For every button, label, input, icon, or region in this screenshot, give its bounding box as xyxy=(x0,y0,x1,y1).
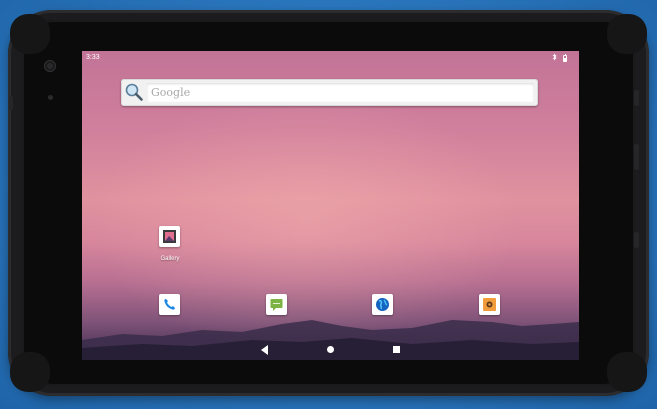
status-time: 3:33 xyxy=(86,54,100,61)
back-icon[interactable] xyxy=(261,345,269,355)
side-button-right[interactable] xyxy=(634,232,639,248)
gallery-app-button[interactable] xyxy=(159,226,180,247)
browser-icon xyxy=(376,298,389,311)
screen: 3:33 Google Gallery xyxy=(82,51,579,360)
search-icon[interactable] xyxy=(124,82,144,102)
messages-app-button[interactable] xyxy=(266,294,287,315)
status-bar: 3:33 xyxy=(82,51,579,65)
bumper-bottom-left xyxy=(10,352,50,392)
battery-icon xyxy=(563,53,567,62)
browser-app-button[interactable] xyxy=(372,294,393,315)
gallery-icon xyxy=(163,230,176,243)
phone-app-button[interactable] xyxy=(159,294,180,315)
bumper-top-right xyxy=(607,14,647,54)
settings-icon xyxy=(483,298,496,311)
bluetooth-icon xyxy=(552,53,557,63)
gallery-label: Gallery xyxy=(160,256,180,262)
messages-icon xyxy=(270,299,283,311)
recents-icon[interactable] xyxy=(393,346,400,353)
search-input[interactable]: Google xyxy=(147,83,534,102)
google-search-widget[interactable]: Google xyxy=(121,79,538,106)
bumper-bottom-right xyxy=(607,352,647,392)
front-camera-icon xyxy=(45,61,55,71)
navigation-bar xyxy=(82,340,579,360)
home-icon[interactable] xyxy=(327,346,334,353)
power-button[interactable] xyxy=(634,144,639,170)
volume-button[interactable] xyxy=(634,90,639,106)
side-button-left[interactable] xyxy=(9,96,13,110)
settings-app-button[interactable] xyxy=(479,294,500,315)
light-sensor xyxy=(48,95,53,100)
status-icons xyxy=(552,53,567,63)
phone-icon xyxy=(164,299,175,310)
bumper-top-left xyxy=(10,14,50,54)
